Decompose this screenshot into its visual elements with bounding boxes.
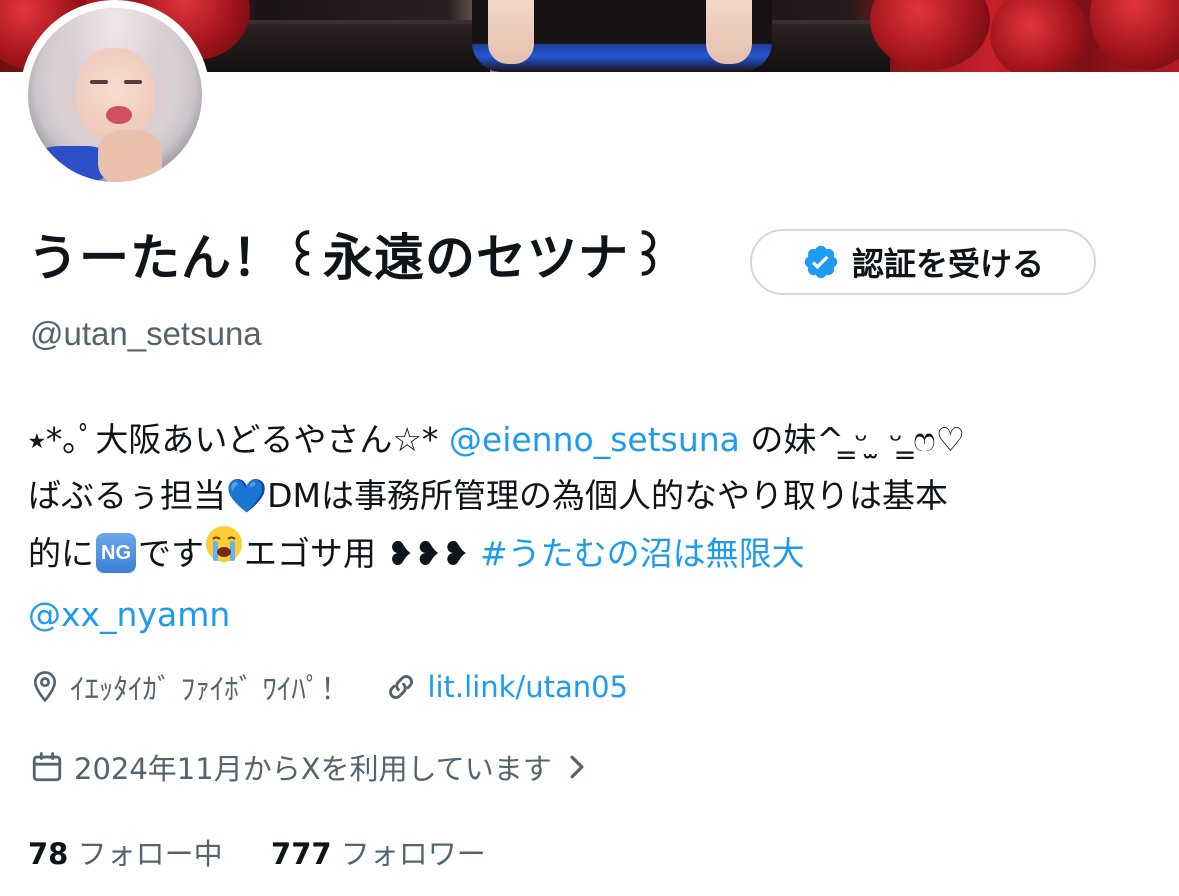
crying-face-emoji: [204, 524, 244, 581]
following-link[interactable]: 78 フォロー中: [28, 837, 232, 871]
profile-meta-row: ｲｴｯﾀｲｶﾞ ﾌｧｲﾎﾞ ﾜｲﾊﾟ！ lit.link/utan05: [30, 666, 628, 708]
avatar-eye: [90, 80, 108, 84]
blue-heart-emoji: 💙: [226, 476, 268, 515]
avatar-photo: [28, 8, 202, 182]
bio-line: ⭑*｡ﾟ大阪あいどるやさん☆* @eienno_setsuna の妹^ ̳ᵕ ̫…: [28, 412, 1158, 468]
banner-rose: [1090, 0, 1179, 70]
get-verified-button[interactable]: 認証を受ける: [750, 229, 1096, 295]
bio-mention-link[interactable]: @xx_nyamn: [28, 595, 230, 634]
bio-text: です: [138, 534, 204, 573]
bio-text: 的に: [28, 534, 94, 573]
bio-text: の妹^ ̳ᵕ ̫ ᵕ ̳ෆ♡: [739, 420, 966, 459]
ng-emoji: NG: [96, 532, 136, 573]
followers-link[interactable]: 777 フォロワー: [271, 837, 486, 871]
bio-mention-link[interactable]: @eienno_setsuna: [449, 420, 740, 459]
chevron-right-icon: [566, 754, 588, 780]
bio-text: ばぶるぅ担当: [28, 476, 226, 515]
user-handle: @utan_setsuna: [30, 315, 262, 352]
profile-website-link[interactable]: lit.link/utan05: [427, 670, 628, 704]
avatar-hand: [98, 130, 162, 182]
verified-badge-icon: [802, 243, 840, 281]
calendar-icon: [30, 750, 64, 784]
bio-text: DMは事務所管理の為個人的なやり取りは基本: [267, 476, 948, 515]
avatar-eye: [124, 80, 142, 84]
avatar-face: [76, 48, 154, 140]
following-count: 78: [28, 837, 69, 871]
bio-line: 的に NG です エゴサ用 ❥❥❥ #うたむの沼は無限大: [28, 524, 1158, 587]
bio-line: ばぶるぅ担当💙DMは事務所管理の為個人的なやり取りは基本: [28, 468, 1158, 524]
banner-arm-right: [706, 0, 752, 64]
joined-date: 2024年11月からXを利用しています: [74, 752, 552, 786]
profile-bio: ⭑*｡ﾟ大阪あいどるやさん☆* @eienno_setsuna の妹^ ̳ᵕ ̫…: [28, 412, 1158, 643]
joined-date-row[interactable]: 2024年11月からXを利用しています: [30, 746, 598, 788]
followers-label: フォロワー: [340, 837, 486, 871]
banner-rose: [990, 0, 1090, 72]
display-name: うーたん！꒰永遠のセツナ꒱: [28, 229, 670, 287]
bio-hashtag-link[interactable]: #うたむの沼は無限大: [480, 534, 805, 573]
bio-text: エゴサ用 ❥❥❥: [244, 534, 480, 573]
link-icon: [385, 671, 417, 703]
followers-count: 777: [271, 837, 332, 871]
avatar-lips: [106, 106, 132, 124]
bio-text: ⭑*｡ﾟ大阪あいどるやさん☆*: [28, 420, 449, 459]
follow-stats: 78 フォロー中 777 フォロワー: [28, 830, 486, 878]
profile-location: ｲｴｯﾀｲｶﾞ ﾌｧｲﾎﾞ ﾜｲﾊﾟ！: [70, 672, 350, 706]
get-verified-label: 認証を受ける: [851, 245, 1044, 283]
profile-avatar[interactable]: [20, 0, 210, 190]
banner-arm-left: [488, 0, 534, 64]
following-label: フォロー中: [77, 837, 223, 871]
location-pin-icon: [30, 670, 60, 704]
bio-line: @xx_nyamn: [28, 587, 1158, 643]
